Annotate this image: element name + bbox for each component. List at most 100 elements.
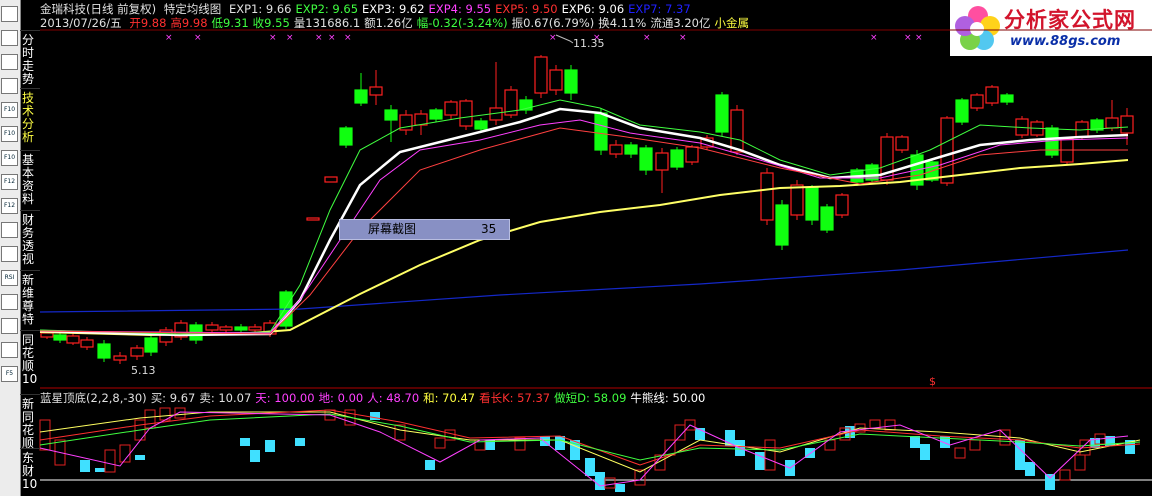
signal-x-mark: × xyxy=(165,33,173,43)
tab-6[interactable]: 同花顺10 xyxy=(22,334,38,386)
ma-yellow-line xyxy=(39,159,1129,337)
tab-divider xyxy=(20,88,40,89)
candle-body xyxy=(248,326,262,331)
kline-chart[interactable]: × × × × × × × × × × × × × × xyxy=(0,0,1152,496)
candle-body xyxy=(384,109,398,121)
candle-body xyxy=(970,94,984,109)
signal-x-mark: × xyxy=(286,33,294,43)
oscillator-candle xyxy=(434,437,446,449)
candle-body xyxy=(534,56,548,94)
sub-indicator-7: 和: 70.47 xyxy=(423,391,476,405)
sub-indicator-10: 牛熊线: 50.00 xyxy=(630,391,706,405)
candle-body xyxy=(940,117,954,184)
candle-body xyxy=(1120,115,1134,134)
oscillator-bar xyxy=(910,436,920,448)
ma-red-line xyxy=(39,127,1128,335)
tab-divider xyxy=(20,30,40,31)
tab-divider xyxy=(20,270,40,271)
oscillator-bar xyxy=(595,472,605,490)
oscillator-bar xyxy=(295,438,305,446)
candle-body xyxy=(339,127,353,146)
oscillator-candle xyxy=(144,409,156,429)
sub-indicator-6: 人: 48.70 xyxy=(367,391,420,405)
candle-body xyxy=(80,339,94,348)
oscillator-candle xyxy=(869,419,881,429)
candle-body xyxy=(429,109,443,120)
ma-green-line xyxy=(39,99,1129,335)
sub-indicator-8: 看长K: 57.37 xyxy=(479,391,551,405)
candle-body xyxy=(594,112,608,151)
oscillator-candle xyxy=(1059,469,1071,481)
signal-x-mark: × xyxy=(549,33,557,43)
sub-indicator-4: 天: 100.00 xyxy=(255,391,315,405)
oscillator-bar xyxy=(95,468,105,472)
candle-body xyxy=(144,337,158,353)
candle-body xyxy=(685,146,699,163)
candle-body xyxy=(790,184,804,216)
candle-body xyxy=(219,326,233,331)
candle-body xyxy=(985,86,999,104)
oscillator-bar xyxy=(265,440,275,452)
tab-7[interactable]: 新同花顺 xyxy=(22,398,38,450)
oscillator-bar xyxy=(250,450,260,462)
oscillator-bar xyxy=(1045,474,1055,490)
sub-indicator-5: 地: 0.00 xyxy=(318,391,364,405)
candle-body xyxy=(113,355,127,361)
oscillator-candle xyxy=(969,439,981,451)
candle-body xyxy=(474,120,488,130)
tab-2[interactable]: 技术分析 xyxy=(22,92,38,144)
oscillator-bar xyxy=(555,436,565,450)
signal-x-mark: × xyxy=(904,33,912,43)
sub-header: 蓝星顶底(2,2,8,-30) 买: 9.67 卖: 10.07 天: 100.00 地… xyxy=(40,390,713,406)
candle-body xyxy=(624,144,638,155)
candle-body xyxy=(715,94,729,133)
signal-x-mark: × xyxy=(344,33,352,43)
candle-body xyxy=(205,324,219,331)
oscillator-bar xyxy=(1025,462,1035,476)
candle-body xyxy=(639,147,653,171)
tab-4[interactable]: 财务透视 xyxy=(22,214,38,266)
candle-body xyxy=(609,144,623,155)
ma-magenta-line xyxy=(39,119,1129,334)
signal-x-mark: × xyxy=(315,33,323,43)
oscillator-candle xyxy=(884,419,896,431)
oscillator-bar xyxy=(80,460,90,472)
tab-3[interactable]: 基本资料 xyxy=(22,154,38,206)
oscillator-candle xyxy=(174,407,186,419)
candle-body xyxy=(760,172,774,221)
candle-body xyxy=(369,86,383,96)
sub-indicator-3: 卖: 10.07 xyxy=(199,391,252,405)
high-pointer xyxy=(555,34,574,44)
candle-body xyxy=(1000,94,1014,103)
candle-body xyxy=(234,326,248,331)
candle-body xyxy=(820,206,834,231)
candle-body xyxy=(40,332,54,338)
signal-x-mark: × xyxy=(643,33,651,43)
tab-8[interactable]: 东财10 xyxy=(22,452,38,491)
oscillator-bar xyxy=(920,444,930,460)
tooltip-value: 35 xyxy=(481,222,497,236)
oscillator-candle xyxy=(104,449,116,473)
tab-divider xyxy=(20,448,40,449)
tab-divider xyxy=(20,394,40,395)
candle-body xyxy=(670,149,684,168)
oscillator-bar xyxy=(425,460,435,470)
tab-1[interactable]: 分时走势 xyxy=(22,34,38,86)
tab-5[interactable]: 新维尊特 xyxy=(22,274,38,326)
ma-white-line xyxy=(39,107,1129,337)
signal-x-mark: × xyxy=(194,33,202,43)
candle-body xyxy=(655,152,669,171)
candle-body xyxy=(324,176,338,183)
oscillator-bar xyxy=(135,455,145,460)
candle-body xyxy=(775,204,789,246)
candle-body xyxy=(1105,117,1119,129)
signal-x-mark: × xyxy=(328,33,336,43)
sub-indicator-1: 蓝星顶底(2,2,8,-30) xyxy=(40,391,147,405)
candle-body xyxy=(130,347,144,357)
signal-x-mark: × xyxy=(679,33,687,43)
oscillator-candle xyxy=(764,439,776,471)
oscillator-bar xyxy=(615,484,625,492)
candle-body xyxy=(66,335,80,344)
candle-body xyxy=(895,136,909,151)
sub-indicator-9: 做短D: 58.09 xyxy=(554,391,627,405)
